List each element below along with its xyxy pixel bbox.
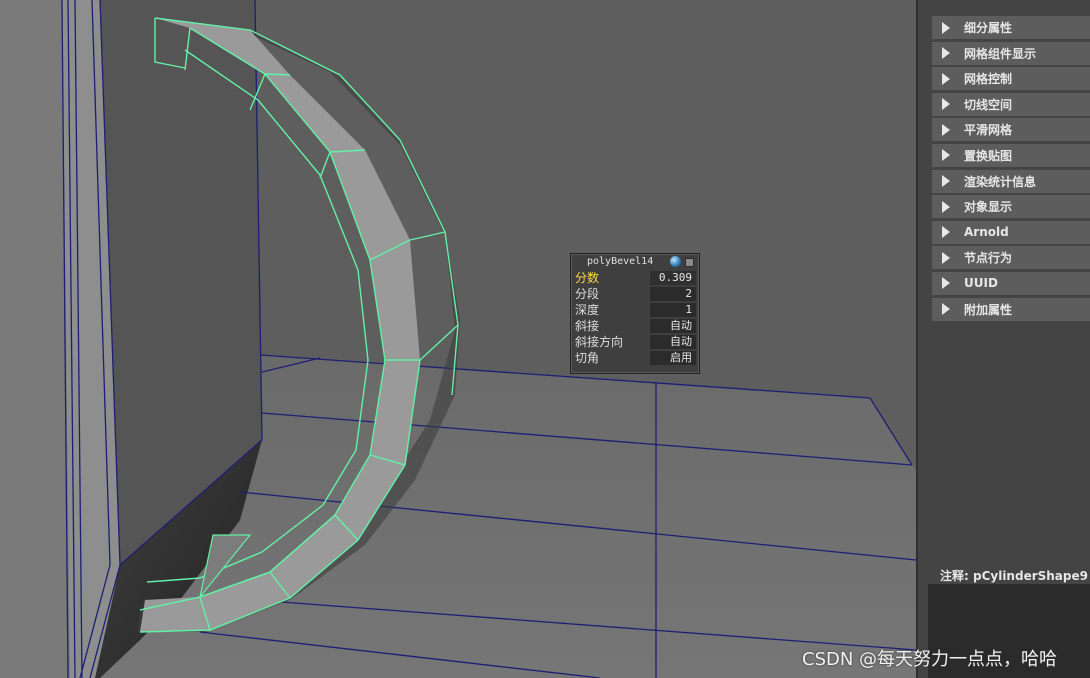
section-label: 细分属性 <box>964 21 1013 35</box>
section-label: 节点行为 <box>964 251 1013 266</box>
expand-triangle-icon <box>942 175 950 188</box>
section-subdivision[interactable]: 细分属性 <box>932 16 1090 39</box>
section-extra-attributes[interactable]: 附加属性 <box>932 297 1090 321</box>
polybevel-tool-box[interactable]: polyBevel14 分数 0.309 分段 2 深度 1 斜接 自动 斜接方… <box>570 253 700 374</box>
expand-triangle-icon <box>942 251 950 264</box>
section-component-display[interactable]: 网格组件显示 <box>932 41 1090 65</box>
section-label: 对象显示 <box>964 200 1013 215</box>
row-segments[interactable]: 分段 2 <box>574 286 696 302</box>
section-arnold[interactable]: Arnold <box>932 220 1090 244</box>
expand-triangle-icon <box>942 149 950 162</box>
attribute-sections: 细分属性 网格组件显示 网格控制 切线空间 平滑网格 置换贴图 渲染统计信息 对… <box>932 16 1090 323</box>
close-icon[interactable] <box>685 258 694 267</box>
row-miter-along[interactable]: 斜接方向 自动 <box>574 334 696 350</box>
section-render-stats[interactable]: 渲染统计信息 <box>932 169 1090 193</box>
expand-triangle-icon <box>942 47 950 60</box>
depth-label: 深度 <box>575 303 600 317</box>
section-object-display[interactable]: 对象显示 <box>932 195 1090 219</box>
watermark-text: CSDN @每天努力一点点，哈哈 <box>802 649 1058 670</box>
row-depth[interactable]: 深度 1 <box>574 302 696 318</box>
expand-triangle-icon <box>942 98 950 111</box>
section-label: 平滑网格 <box>964 123 1013 138</box>
section-label: 切线空间 <box>964 97 1013 112</box>
left-wall-front <box>0 0 70 678</box>
viewport-scene[interactable] <box>0 0 916 678</box>
section-label: 网格控制 <box>964 72 1013 87</box>
notes-prefix: 注释: <box>940 569 973 583</box>
miter-along-value[interactable]: 自动 <box>650 335 696 349</box>
section-smooth-mesh[interactable]: 平滑网格 <box>932 118 1090 142</box>
chamfer-value[interactable]: 启用 <box>650 351 696 365</box>
row-miter[interactable]: 斜接 自动 <box>574 318 696 334</box>
section-label: 附加属性 <box>964 302 1013 317</box>
expand-triangle-icon <box>942 226 950 239</box>
expand-triangle-icon <box>942 123 950 136</box>
notes-label: 注释: pCylinderShape9 <box>940 567 1088 584</box>
segments-value[interactable]: 2 <box>650 287 696 301</box>
fraction-value[interactable]: 0.309 <box>650 271 696 285</box>
section-label: 置换贴图 <box>964 148 1013 163</box>
expand-triangle-icon <box>942 200 950 213</box>
globe-icon[interactable] <box>670 256 681 267</box>
section-tangent-space[interactable]: 切线空间 <box>932 92 1090 116</box>
polybevel-title: polyBevel14 <box>571 254 699 270</box>
attribute-editor-panel: 细分属性 网格组件显示 网格控制 切线空间 平滑网格 置换贴图 渲染统计信息 对… <box>916 0 1090 678</box>
expand-triangle-icon <box>942 21 950 34</box>
expand-triangle-icon <box>942 303 950 316</box>
fraction-label: 分数 <box>575 271 600 285</box>
section-label: UUID <box>964 276 998 291</box>
section-label: Arnold <box>964 225 1009 240</box>
polybevel-title-text: polyBevel14 <box>587 256 654 267</box>
section-label: 网格组件显示 <box>964 46 1037 61</box>
notes-shape-name: pCylinderShape9 <box>972 569 1088 583</box>
row-chamfer[interactable]: 切角 启用 <box>574 350 696 366</box>
row-fraction[interactable]: 分数 0.309 <box>574 270 696 286</box>
section-mesh-controls[interactable]: 网格控制 <box>932 67 1090 91</box>
section-displacement[interactable]: 置换贴图 <box>932 143 1090 167</box>
chamfer-label: 切角 <box>575 351 600 365</box>
3d-viewport[interactable]: polyBevel14 分数 0.309 分段 2 深度 1 斜接 自动 斜接方… <box>0 0 916 678</box>
section-uuid[interactable]: UUID <box>932 271 1090 295</box>
expand-triangle-icon <box>942 277 950 290</box>
miter-value[interactable]: 自动 <box>650 319 696 333</box>
segments-label: 分段 <box>575 287 600 301</box>
miter-along-label: 斜接方向 <box>575 335 624 349</box>
miter-label: 斜接 <box>575 319 600 333</box>
section-label: 渲染统计信息 <box>964 174 1037 189</box>
section-node-behavior[interactable]: 节点行为 <box>932 246 1090 270</box>
depth-value[interactable]: 1 <box>650 303 696 317</box>
expand-triangle-icon <box>942 72 950 85</box>
